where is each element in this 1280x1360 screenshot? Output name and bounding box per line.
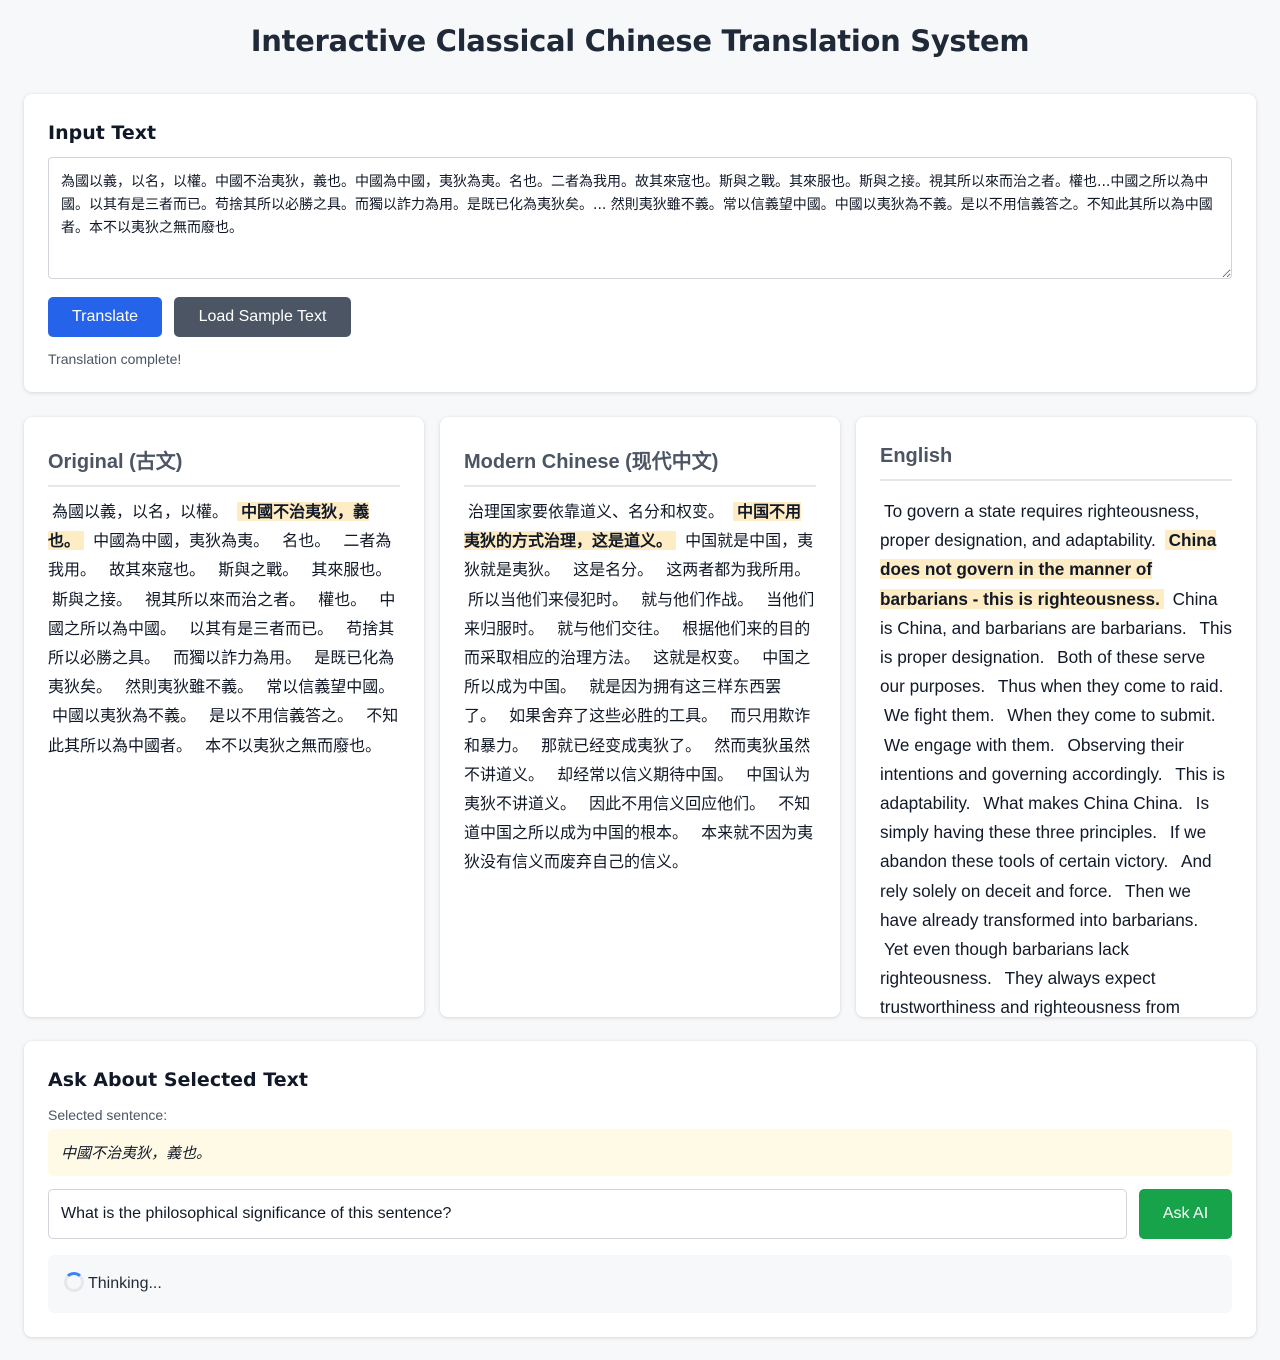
answer-area: Thinking...: [48, 1255, 1232, 1313]
modern-sentence[interactable]: 这两者都为我所用。: [662, 560, 814, 579]
modern-sentence[interactable]: 如果舍弃了这些必胜的工具。: [505, 706, 721, 725]
original-sentence[interactable]: 中國以夷狄為不義。: [48, 706, 200, 725]
original-panel: Original (古文) 為國以義，以名，以權。 中國不治夷狄，義也。 中國為…: [24, 417, 424, 1017]
ask-section: Ask About Selected Text Selected sentenc…: [24, 1041, 1256, 1337]
english-sentence[interactable]: What makes China China.: [979, 793, 1187, 813]
original-heading: Original (古文): [48, 445, 400, 487]
selected-sentence: 中國不治夷狄，義也。: [48, 1129, 1232, 1176]
answer-status: Thinking...: [88, 1275, 162, 1292]
original-sentence[interactable]: 本不以夷狄之無而廢也。: [201, 736, 385, 755]
modern-panel: Modern Chinese (现代中文) 治理国家要依靠道义、名分和权变。 中…: [440, 417, 840, 1017]
english-text: To govern a state requires righteousness…: [880, 497, 1232, 1017]
modern-sentence[interactable]: 那就已经变成夷狄了。: [537, 736, 705, 755]
ask-ai-button[interactable]: Ask AI: [1139, 1189, 1232, 1239]
status-message: Translation complete!: [48, 351, 182, 367]
original-sentence[interactable]: 而獨以詐力為用。: [169, 648, 305, 667]
english-sentence[interactable]: We fight them.: [880, 705, 999, 725]
english-sentence[interactable]: We engage with them.: [880, 735, 1059, 755]
ask-heading: Ask About Selected Text: [48, 1069, 308, 1091]
load-sample-button[interactable]: Load Sample Text: [174, 297, 351, 337]
input-section: Input Text 為國以義，以名，以權。中國不治夷狄，義也。中國為中國，夷狄…: [24, 94, 1256, 392]
modern-sentence[interactable]: 所以当他们来侵犯时。: [464, 590, 632, 609]
modern-sentence[interactable]: 这是名分。: [569, 560, 657, 579]
original-sentence[interactable]: 名也。: [278, 531, 334, 550]
original-sentence[interactable]: 視其所以來而治之者。: [141, 590, 309, 609]
original-sentence[interactable]: 以其有是三者而已。: [185, 619, 337, 638]
modern-sentence[interactable]: 这就是权变。: [649, 648, 753, 667]
original-sentence[interactable]: 斯與之戰。: [214, 560, 302, 579]
english-heading: English: [880, 445, 1232, 481]
original-sentence[interactable]: 是以不用信義答之。: [205, 706, 357, 725]
page-title: Interactive Classical Chinese Translatio…: [250, 24, 1030, 58]
input-heading: Input Text: [48, 122, 157, 144]
english-sentence[interactable]: When they come to submit.: [1003, 705, 1219, 725]
original-sentence[interactable]: 中國為中國，夷狄為夷。: [89, 531, 273, 550]
modern-text: 治理国家要依靠道义、名分和权变。 中国不用夷狄的方式治理，这是道义。 中国就是中…: [464, 497, 816, 877]
translate-button[interactable]: Translate: [48, 297, 162, 337]
modern-sentence[interactable]: 就与他们作战。: [637, 590, 757, 609]
original-sentence[interactable]: 常以信義望中國。: [262, 677, 398, 696]
modern-heading: Modern Chinese (现代中文): [464, 445, 816, 487]
modern-sentence[interactable]: 就与他们交往。: [553, 619, 673, 638]
modern-sentence[interactable]: 却经常以信义期待中国。: [553, 765, 737, 784]
original-sentence[interactable]: 故其來寇也。: [105, 560, 209, 579]
modern-sentence[interactable]: 因此不用信义回应他们。: [585, 794, 769, 813]
english-sentence[interactable]: Thus when they come to raid.: [994, 676, 1227, 696]
loading-spinner-icon: [64, 1272, 84, 1292]
selected-label: Selected sentence:: [48, 1107, 168, 1123]
original-sentence[interactable]: 其來服也。: [307, 560, 395, 579]
source-text-input[interactable]: 為國以義，以名，以權。中國不治夷狄，義也。中國為中國，夷狄為夷。名也。二者為我用…: [48, 157, 1232, 279]
original-text: 為國以義，以名，以權。 中國不治夷狄，義也。 中國為中國，夷狄為夷。 名也。 二…: [48, 497, 400, 760]
original-sentence[interactable]: 斯與之接。: [48, 590, 136, 609]
question-input[interactable]: [48, 1189, 1127, 1239]
english-panel[interactable]: English To govern a state requires right…: [856, 417, 1256, 1017]
original-sentence[interactable]: 然則夷狄雖不義。: [121, 677, 257, 696]
modern-sentence[interactable]: 治理国家要依靠道义、名分和权变。: [464, 502, 728, 521]
original-sentence[interactable]: 權也。: [314, 590, 370, 609]
english-sentence[interactable]: To govern a state requires righteousness…: [880, 501, 1199, 550]
app-root: Interactive Classical Chinese Translatio…: [0, 0, 1280, 1360]
original-sentence[interactable]: 為國以義，以名，以權。: [48, 502, 232, 521]
